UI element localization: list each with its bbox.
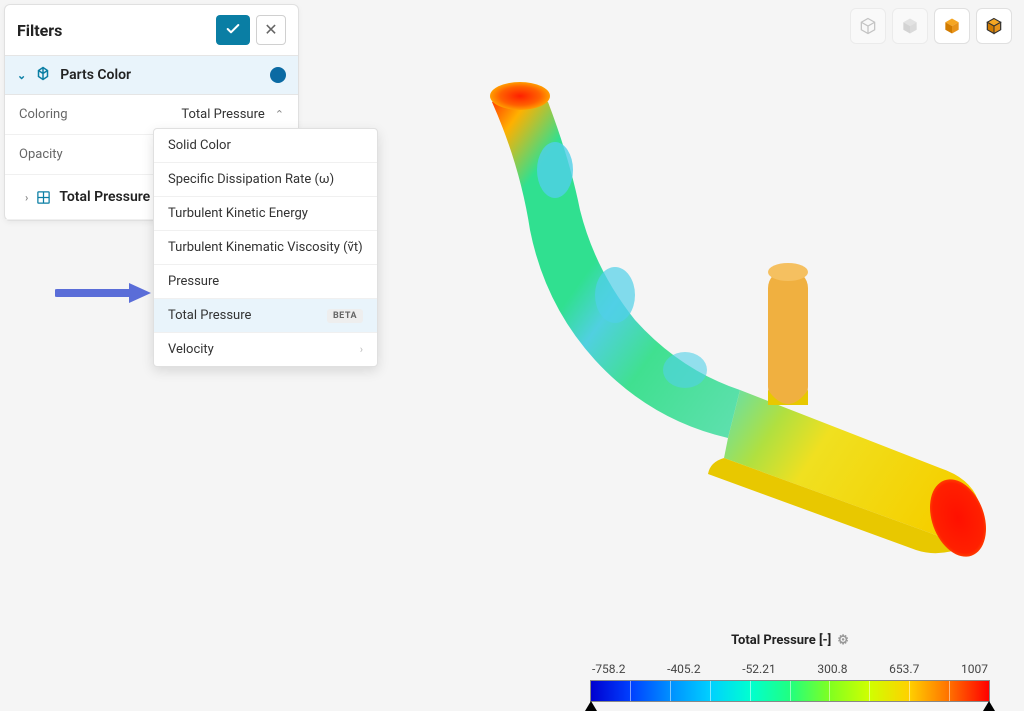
color-swatch[interactable] [270,67,286,83]
cube-solid-icon [900,16,920,36]
dropdown-item[interactable]: Total Pressure BETA [154,299,377,333]
header-buttons: ✕ [216,15,286,45]
dropdown-item-label: Total Pressure [168,308,251,323]
viewport-3d[interactable] [380,60,1000,590]
opacity-label: Opacity [19,147,63,162]
parts-color-label: Parts Color [60,67,131,83]
filters-title: Filters [17,21,62,40]
coloring-dropdown: Solid Color Specific Dissipation Rate (ω)… [153,128,378,367]
view-wireframe-button[interactable] [976,8,1012,44]
dropdown-item[interactable]: Turbulent Kinematic Viscosity (ν̃t) [154,231,377,265]
filters-header: Filters ✕ [5,5,298,56]
view-solid-button[interactable] [892,8,928,44]
legend-bar [590,680,990,702]
dropdown-item-label: Turbulent Kinetic Energy [168,206,308,221]
legend-tick: 653.7 [889,662,919,676]
close-icon: ✕ [264,20,277,40]
parts-color-left: ⌄ Parts Color [17,66,131,84]
dropdown-item-label: Pressure [168,274,219,289]
view-toolbar [850,8,1012,44]
cube-wire-icon [984,16,1004,36]
legend-tick: 300.8 [817,662,847,676]
coloring-value: Total Pressure [181,107,264,122]
dropdown-item[interactable]: Pressure [154,265,377,299]
parts-color-icon [34,66,52,84]
dropdown-item[interactable]: Turbulent Kinetic Energy [154,197,377,231]
confirm-button[interactable] [216,15,250,45]
dropdown-item-label: Velocity [168,342,214,357]
coloring-label: Coloring [19,107,68,122]
grid-icon [36,190,51,205]
check-icon [225,21,241,40]
legend-tick: -52.21 [742,662,775,676]
dropdown-item[interactable]: Specific Dissipation Rate (ω) [154,163,377,197]
dropdown-item[interactable]: Solid Color [154,129,377,163]
legend-title-row: Total Pressure [-] ⚙ [731,633,849,648]
cube-outline-icon [858,16,878,36]
legend-max-handle[interactable] [983,701,995,711]
view-shaded-button[interactable] [934,8,970,44]
tree-total-pressure-label: Total Pressure [59,189,150,205]
dropdown-item[interactable]: Velocity › [154,333,377,366]
legend-ticks: -758.2 -405.2 -52.21 300.8 653.7 1007 [590,662,990,676]
cube-shaded-icon [942,16,962,36]
legend-min-handle[interactable] [585,701,597,711]
close-button[interactable]: ✕ [256,15,286,45]
dropdown-item-label: Specific Dissipation Rate (ω) [168,172,334,187]
gear-icon[interactable]: ⚙ [837,633,849,648]
legend-tick: 1007 [961,662,988,676]
coloring-select[interactable]: Total Pressure ⌃ [181,107,284,122]
view-fit-button[interactable] [850,8,886,44]
chevron-right-icon: › [25,191,28,204]
parts-color-section[interactable]: ⌄ Parts Color [5,56,298,95]
annotation-arrow [55,282,151,304]
legend-tick: -405.2 [667,662,700,676]
dropdown-item-label: Turbulent Kinematic Viscosity (ν̃t) [168,240,363,255]
chevron-up-icon: ⌃ [275,108,284,121]
dropdown-item-label: Solid Color [168,138,231,153]
beta-badge: BETA [327,309,363,323]
legend-title: Total Pressure [-] [731,633,831,648]
chevron-right-icon: › [360,343,363,356]
legend-tick: -758.2 [592,662,625,676]
color-legend: Total Pressure [-] ⚙ -758.2 -405.2 -52.21 3… [590,629,990,702]
chevron-down-icon: ⌄ [17,69,26,82]
